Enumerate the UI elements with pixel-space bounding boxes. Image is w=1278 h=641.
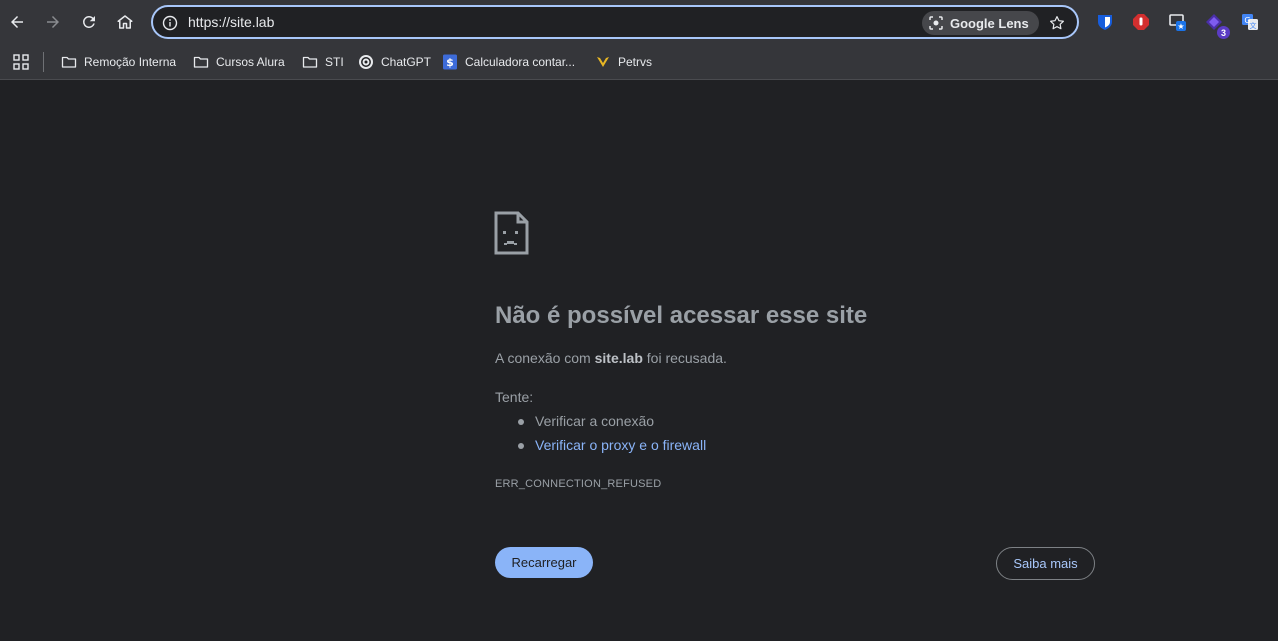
refresh-icon bbox=[82, 15, 95, 28]
google-lens-button[interactable]: Google Lens bbox=[922, 11, 1039, 35]
bookmark-folder-cursos-alura[interactable]: Cursos Alura bbox=[193, 52, 285, 72]
bookmark-star-button[interactable] bbox=[1046, 12, 1068, 34]
arrow-left-icon bbox=[11, 16, 23, 28]
address-bar[interactable]: https://site.lab Google Lens bbox=[151, 5, 1079, 39]
bookmark-label: Remoção Interna bbox=[84, 55, 177, 69]
bookmark-label: ChatGPT bbox=[381, 55, 432, 69]
bitwarden-icon[interactable] bbox=[1095, 12, 1115, 32]
error-host: site.lab bbox=[594, 350, 643, 366]
home-button[interactable] bbox=[111, 8, 139, 36]
suggestions-list: Verificar a conexão Verificar o proxy e … bbox=[517, 413, 706, 461]
bookmark-label: STI bbox=[325, 55, 344, 69]
bookmark-folder-sti[interactable]: STI bbox=[302, 52, 344, 72]
browser-toolbar: https://site.lab Google Lens ★ 3 G文 bbox=[0, 0, 1278, 44]
folder-icon bbox=[193, 56, 209, 68]
bookmark-chatgpt[interactable]: ChatGPT bbox=[358, 52, 431, 72]
home-icon bbox=[117, 15, 133, 29]
sad-page-icon bbox=[494, 211, 529, 255]
svg-text:$: $ bbox=[446, 56, 454, 69]
google-translate-icon[interactable]: G文 bbox=[1240, 12, 1260, 32]
bookmark-label: Petrvs bbox=[618, 55, 653, 69]
apps-grid-icon[interactable] bbox=[12, 53, 30, 71]
reload-button[interactable] bbox=[75, 8, 103, 36]
bookmarks-bar: Remoção Interna Cursos Alura STI ChatGPT… bbox=[0, 44, 1278, 80]
purple-extension-icon[interactable]: 3 bbox=[1204, 12, 1230, 39]
back-button[interactable] bbox=[3, 8, 31, 36]
error-desc-suffix: foi recusada. bbox=[642, 350, 727, 366]
calculator-icon: $ bbox=[443, 54, 457, 70]
bookmark-label: Calculadora contar... bbox=[465, 55, 576, 69]
bookmark-calculadora[interactable]: $ Calculadora contar... bbox=[442, 52, 575, 72]
site-info-icon[interactable] bbox=[160, 13, 180, 33]
bookmark-petrvs[interactable]: Petrvs bbox=[595, 52, 652, 72]
chatgpt-icon bbox=[359, 55, 373, 69]
extension-badge: 3 bbox=[1217, 26, 1230, 39]
error-title: Não é possível acessar esse site bbox=[495, 302, 868, 329]
learn-more-button[interactable]: Saiba mais bbox=[996, 547, 1095, 580]
error-description: A conexão com site.lab foi recusada. bbox=[495, 350, 727, 366]
suggestion-check-proxy-firewall-link[interactable]: Verificar o proxy e o firewall bbox=[517, 437, 706, 461]
error-desc-prefix: A conexão com bbox=[495, 350, 595, 366]
petrvs-icon bbox=[597, 57, 609, 67]
reload-page-button[interactable]: Recarregar bbox=[495, 547, 593, 578]
folder-icon bbox=[61, 56, 77, 68]
star-icon bbox=[1050, 16, 1064, 30]
tab-manager-icon[interactable]: ★ bbox=[1168, 12, 1188, 32]
bookmark-folder-remocao-interna[interactable]: Remoção Interna bbox=[61, 52, 176, 72]
error-code: ERR_CONNECTION_REFUSED bbox=[495, 478, 662, 490]
google-lens-label: Google Lens bbox=[950, 15, 1029, 31]
lens-icon bbox=[929, 16, 943, 30]
forward-button[interactable] bbox=[39, 8, 67, 36]
url-text[interactable]: https://site.lab bbox=[188, 14, 274, 30]
bookmark-label: Cursos Alura bbox=[216, 55, 285, 69]
suggestion-check-connection: Verificar a conexão bbox=[517, 413, 706, 437]
adblock-icon[interactable] bbox=[1131, 12, 1151, 32]
svg-text:★: ★ bbox=[1177, 22, 1184, 31]
svg-text:文: 文 bbox=[1250, 21, 1257, 30]
try-label: Tente: bbox=[495, 389, 534, 405]
folder-icon bbox=[302, 56, 318, 68]
bookmarks-separator bbox=[43, 52, 44, 72]
arrow-right-icon bbox=[47, 16, 59, 28]
